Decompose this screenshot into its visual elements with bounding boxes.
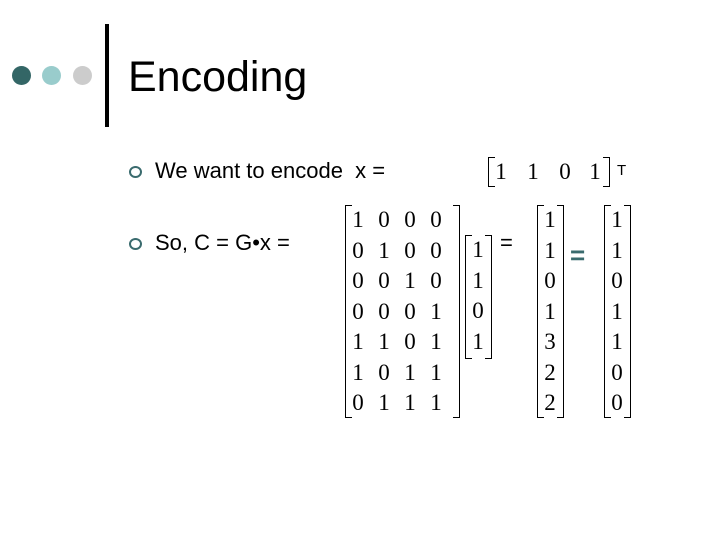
bullet-icon xyxy=(129,238,142,250)
matrix-cell: 0 xyxy=(430,207,442,232)
matrix-cell: 1 xyxy=(352,329,364,354)
x-value: 1 xyxy=(527,159,539,184)
matrix-cell: 1 xyxy=(378,390,390,415)
x-column-vector: 1 1 0 1 xyxy=(465,235,492,359)
matrix-cell: 0 xyxy=(378,359,390,385)
matrix-cell: 0 xyxy=(378,207,390,232)
x-row-vector: 1 1 0 1 xyxy=(488,157,610,187)
vector-cell: 0 xyxy=(611,268,623,293)
matrix-cell: 0 xyxy=(404,329,416,354)
vector-cell: 0 xyxy=(611,390,623,415)
vector-cell: 2 xyxy=(544,359,556,385)
slide-title: Encoding xyxy=(128,53,308,101)
generator-matrix: 1000010000100001110110110111 xyxy=(345,205,460,418)
matrix-cell: 0 xyxy=(404,207,416,232)
decor-dot-light-teal xyxy=(42,66,61,85)
matrix-cell: 0 xyxy=(378,268,390,293)
vector-cell: 1 xyxy=(611,329,623,354)
matrix-cell: 1 xyxy=(404,390,416,415)
vector-cell: 1 xyxy=(472,328,484,354)
matrix-cell: 1 xyxy=(352,359,364,385)
vector-cell: 1 xyxy=(611,237,623,263)
vector-cell: 1 xyxy=(544,237,556,263)
matrix-cell: 1 xyxy=(378,237,390,263)
x-value: 1 xyxy=(589,159,601,184)
matrix-cell: 0 xyxy=(430,268,442,293)
matrix-cell: 0 xyxy=(378,298,390,324)
matrix-cell: 0 xyxy=(352,390,364,415)
result-column-vector: 1 1 0 1 1 0 0 xyxy=(604,205,631,418)
x-value: 1 xyxy=(495,159,507,184)
matrix-cell: 0 xyxy=(352,237,364,263)
matrix-cell: 1 xyxy=(430,390,442,415)
matrix-cell: 1 xyxy=(404,268,416,293)
vector-cell: 0 xyxy=(472,298,484,323)
x-value: 0 xyxy=(559,159,571,184)
matrix-cell: 1 xyxy=(430,359,442,385)
equals-sign-highlighted: = xyxy=(570,240,586,270)
matrix-cell: 0 xyxy=(404,298,416,324)
matrix-cell: 1 xyxy=(430,298,442,324)
product-column-vector: 1 1 0 1 3 2 2 xyxy=(537,205,564,418)
bullet-text-2: So, C = G•x = xyxy=(155,230,290,255)
vector-cell: 1 xyxy=(611,207,623,232)
vector-cell: 1 xyxy=(544,207,556,232)
vector-cell: 0 xyxy=(544,268,556,293)
decor-dot-dark-teal xyxy=(12,66,31,85)
vector-cell: 1 xyxy=(472,267,484,293)
matrix-cell: 1 xyxy=(430,329,442,354)
bullet-icon xyxy=(129,166,142,178)
transpose-superscript: T xyxy=(617,162,627,179)
matrix-cell: 0 xyxy=(352,298,364,324)
bullet-text-1: We want to encode x = xyxy=(155,158,386,183)
vector-cell: 1 xyxy=(472,237,484,262)
decor-dot-gray xyxy=(73,66,92,85)
matrix-cell: 1 xyxy=(378,329,390,354)
matrix-cell: 0 xyxy=(404,237,416,263)
bracket-right xyxy=(453,205,460,418)
vector-cell: 3 xyxy=(544,329,556,354)
equals-sign: = xyxy=(500,230,513,255)
vector-cell: 2 xyxy=(544,390,556,415)
vector-cell: 0 xyxy=(611,359,623,385)
matrix-cell: 1 xyxy=(404,359,416,385)
matrix-cell: 0 xyxy=(352,268,364,293)
title-divider xyxy=(105,24,109,127)
matrix-cell: 0 xyxy=(430,237,442,263)
matrix-cell: 1 xyxy=(352,207,364,232)
vector-cell: 1 xyxy=(611,298,623,324)
vector-cell: 1 xyxy=(544,298,556,324)
